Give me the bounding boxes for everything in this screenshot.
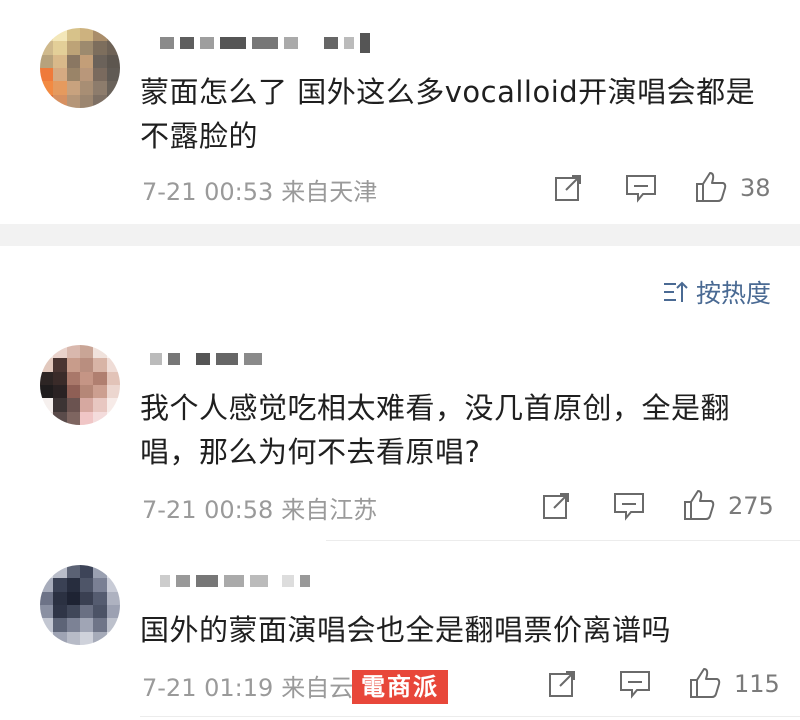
comment-meta: 7-21 00:53 来自天津: [142, 172, 377, 207]
watermark-logo: 電商派: [352, 670, 448, 704]
comment-text: 我个人感觉吃相太难看，没几首原创，全是翻唱，那么为何不去看原唱?: [140, 391, 731, 469]
share-icon[interactable]: [540, 490, 572, 522]
sort-label: 按热度: [696, 279, 772, 308]
comment-text: 蒙面怎么了 国外这么多vocalloid开演唱会都是不露脸的: [140, 75, 756, 153]
comment-icon[interactable]: [612, 490, 646, 522]
like-count: 275: [728, 492, 774, 520]
username-masked[interactable]: [150, 352, 262, 366]
thumbs-up-icon[interactable]: [682, 488, 716, 522]
avatar[interactable]: [40, 565, 120, 645]
comment-time: 7-21 01:19: [142, 674, 274, 702]
thumbs-up-icon[interactable]: [688, 666, 722, 700]
comment-text: 国外的蒙面演唱会也全是翻唱票价离谱吗: [140, 613, 672, 647]
like-count: 115: [734, 670, 780, 698]
comment-location: 来自江苏: [281, 496, 378, 524]
username-masked[interactable]: [160, 574, 310, 588]
section-divider: [0, 224, 800, 246]
comment-meta: 7-21 01:19 来自云南: [142, 668, 377, 703]
comment-icon[interactable]: [624, 172, 658, 204]
avatar[interactable]: [40, 345, 120, 425]
sort-button[interactable]: 按热度: [662, 274, 771, 310]
comment-meta: 7-21 00:58 来自江苏: [142, 490, 377, 525]
avatar[interactable]: [40, 28, 120, 108]
comment-time: 7-21 00:53: [142, 178, 274, 206]
comment-separator: [326, 540, 800, 541]
username-masked[interactable]: [160, 33, 370, 53]
share-icon[interactable]: [546, 668, 578, 700]
thumbs-up-icon[interactable]: [694, 170, 728, 204]
comment-separator: [140, 716, 800, 717]
sort-icon: [664, 281, 688, 302]
comment-time: 7-21 00:58: [142, 496, 274, 524]
comment-icon[interactable]: [618, 668, 652, 700]
share-icon[interactable]: [552, 172, 584, 204]
like-count: 38: [740, 174, 771, 202]
comment-location: 来自天津: [281, 178, 378, 206]
